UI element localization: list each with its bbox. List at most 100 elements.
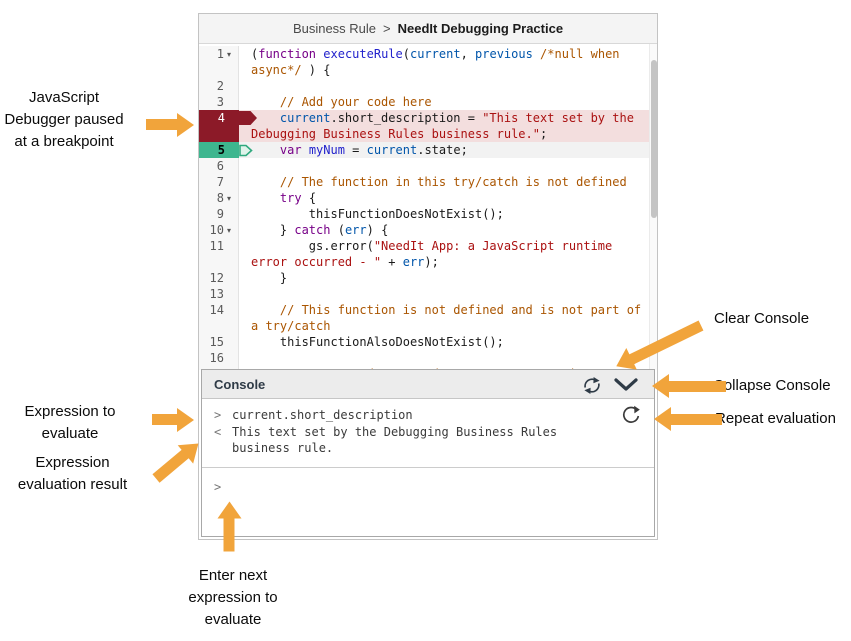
console-input[interactable]: > <box>202 468 654 506</box>
line-number-gutter[interactable]: 13 <box>199 286 239 302</box>
code-text: (function executeRule(current, previous … <box>239 46 620 62</box>
console-panel: Console >cur <box>201 369 655 537</box>
code-line: 2 <box>199 78 657 94</box>
line-number-gutter[interactable]: 10▾ <box>199 222 239 238</box>
line-number-gutter[interactable]: 4 <box>199 110 239 126</box>
code-text: current.short_description = "This text s… <box>239 110 634 126</box>
code-text <box>239 286 251 302</box>
line-number-gutter[interactable]: 6 <box>199 158 239 174</box>
line-number[interactable]: 3 <box>199 94 226 110</box>
scrollbar-track <box>649 44 657 370</box>
scrollbar-thumb[interactable] <box>651 60 657 218</box>
breakpoint-arrow-icon <box>239 111 258 125</box>
line-number-gutter[interactable]: 1▾ <box>199 46 239 62</box>
fold-arrow-icon[interactable]: ▾ <box>226 50 238 59</box>
code-line: 11 gs.error("NeedIt App: a JavaScript ru… <box>199 238 657 254</box>
code-text: gs.error("NeedIt App: a JavaScript runti… <box>239 238 612 254</box>
line-number[interactable]: 2 <box>199 78 226 94</box>
line-number[interactable]: 16 <box>199 350 226 366</box>
code-text: thisFunctionAlsoDoesNotExist(); <box>239 334 504 350</box>
console-entries: >current.short_description<This text set… <box>202 399 654 468</box>
line-number-gutter[interactable]: 12 <box>199 270 239 286</box>
code-text: async*/ ) { <box>239 62 330 78</box>
breadcrumb: Business Rule > NeedIt Debugging Practic… <box>199 14 657 44</box>
line-number-gutter[interactable]: 11 <box>199 238 239 254</box>
code-text: thisFunctionDoesNotExist(); <box>239 206 504 222</box>
code-editor: 1▾(function executeRule(current, previou… <box>199 44 657 370</box>
code-text: // The function in this try/catch is not… <box>239 174 627 190</box>
annotation-arrow-next-expression <box>224 518 235 552</box>
line-number[interactable]: 1 <box>199 46 226 62</box>
line-number[interactable]: 11 <box>199 238 226 254</box>
breadcrumb-separator: > <box>383 21 391 36</box>
code-text <box>239 350 251 366</box>
line-number[interactable]: 4 <box>199 110 227 126</box>
code-line: a try/catch <box>199 318 657 334</box>
entry-text: current.short_description <box>232 407 413 423</box>
code-line: 10▾ } catch (err) { <box>199 222 657 238</box>
fold-arrow-icon[interactable]: ▾ <box>226 194 238 203</box>
line-number[interactable]: 10 <box>199 222 226 238</box>
debugger-panel: Business Rule > NeedIt Debugging Practic… <box>198 13 658 540</box>
code-line: 4 current.short_description = "This text… <box>199 110 657 126</box>
line-number[interactable]: 5 <box>199 142 227 158</box>
code-line: 8▾ try { <box>199 190 657 206</box>
line-number-gutter[interactable]: 7 <box>199 174 239 190</box>
line-number-gutter[interactable] <box>199 126 239 142</box>
code-text: Debugging Business Rules business rule."… <box>239 126 547 142</box>
fold-arrow-icon[interactable]: ▾ <box>226 226 238 235</box>
execution-pointer-icon <box>239 144 253 157</box>
line-number-gutter[interactable]: 9 <box>199 206 239 222</box>
annotation-expression-label: Expression to evaluate <box>6 401 134 445</box>
code-text: try { <box>239 190 316 206</box>
page-title: NeedIt Debugging Practice <box>398 21 563 36</box>
line-number-gutter[interactable] <box>199 62 239 78</box>
line-number-gutter[interactable]: 2 <box>199 78 239 94</box>
entry-text: This text set by the Debugging Business … <box>232 424 577 456</box>
line-number[interactable]: 8 <box>199 190 226 206</box>
collapse-console-button[interactable] <box>614 378 638 391</box>
code-line: 6 <box>199 158 657 174</box>
code-line: 7 // The function in this try/catch is n… <box>199 174 657 190</box>
line-number-gutter[interactable]: 8▾ <box>199 190 239 206</box>
prompt-marker: > <box>214 407 232 423</box>
line-number[interactable]: 15 <box>199 334 226 350</box>
repeat-evaluation-button[interactable] <box>620 405 642 427</box>
code-rows: 1▾(function executeRule(current, previou… <box>199 44 657 370</box>
code-text: var myNum = current.state; <box>239 142 468 158</box>
code-line: 16 <box>199 350 657 366</box>
console-entry: <This text set by the Debugging Business… <box>214 424 642 456</box>
code-line: Debugging Business Rules business rule."… <box>199 126 657 142</box>
line-number-gutter[interactable]: 5 <box>199 142 239 158</box>
annotation-clear-label: Clear Console <box>714 308 809 330</box>
line-number-gutter[interactable]: 16 <box>199 350 239 366</box>
console-header: Console <box>202 370 654 399</box>
annotation-next-expression-label: Enter next expression to evaluate <box>170 565 296 631</box>
code-line: error occurred - " + err); <box>199 254 657 270</box>
code-line: 14 // This function is not defined and i… <box>199 302 657 318</box>
console-entry: >current.short_description <box>214 407 642 423</box>
code-text: // Add your code here <box>239 94 432 110</box>
reload-icon <box>620 405 642 427</box>
code-line: 13 <box>199 286 657 302</box>
line-number-gutter[interactable] <box>199 318 239 334</box>
line-number[interactable]: 6 <box>199 158 226 174</box>
code-text: a try/catch <box>239 318 330 334</box>
line-number-gutter[interactable]: 3 <box>199 94 239 110</box>
line-number-gutter[interactable]: 15 <box>199 334 239 350</box>
line-number[interactable]: 13 <box>199 286 226 302</box>
line-number[interactable]: 9 <box>199 206 226 222</box>
code-text <box>239 78 251 94</box>
clear-console-button[interactable] <box>582 376 602 395</box>
line-number[interactable]: 12 <box>199 270 226 286</box>
line-number[interactable]: 14 <box>199 302 226 318</box>
line-number-gutter[interactable] <box>199 254 239 270</box>
line-number-gutter[interactable]: 14 <box>199 302 239 318</box>
annotation-arrow-result <box>152 449 189 482</box>
line-number[interactable]: 7 <box>199 174 226 190</box>
annotation-repeat-label: Repeat evaluation <box>715 408 836 430</box>
annotation-breakpoint-label: JavaScript Debugger paused at a breakpoi… <box>4 87 124 153</box>
breadcrumb-section[interactable]: Business Rule <box>293 21 376 36</box>
code-line: 9 thisFunctionDoesNotExist(); <box>199 206 657 222</box>
code-line: async*/ ) { <box>199 62 657 78</box>
